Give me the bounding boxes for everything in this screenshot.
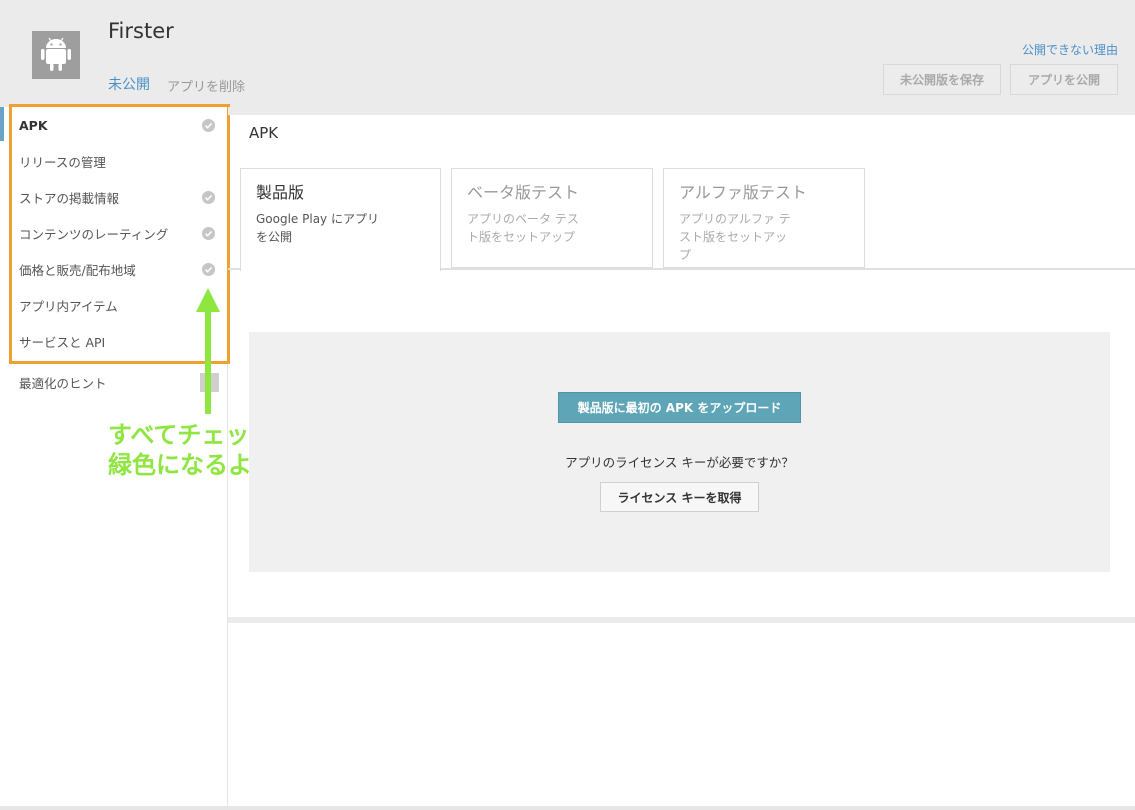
tab-description: Google Play にアプリ を公開 — [256, 212, 379, 244]
section-divider — [228, 617, 1135, 623]
upload-apk-button[interactable]: 製品版に最初の APK をアップロード — [558, 392, 801, 423]
tab-title: アルファ版テスト — [679, 183, 807, 202]
tab-beta-testing[interactable]: ベータ版テスト アプリのベータ テス ト版をセットアップ — [451, 168, 653, 268]
tab-description: アプリのベータ テス ト版をセットアップ — [467, 212, 579, 244]
license-question-text: アプリのライセンス キーが必要ですか？ — [565, 455, 794, 470]
page-title: APK — [249, 124, 279, 142]
tab-production[interactable]: 製品版 Google Play にアプリ を公開 — [240, 168, 441, 271]
tab-title: ベータ版テスト — [467, 183, 580, 202]
tab-alpha-testing[interactable]: アルファ版テスト アプリのアルファ テ スト版をセットアッ プ — [663, 168, 865, 268]
sidebar-item-label: 最適化のヒント — [19, 375, 107, 391]
status-label: 未公開 — [108, 77, 150, 93]
upload-panel: 製品版に最初の APK をアップロード アプリのライセンス キーが必要ですか？ … — [249, 332, 1110, 572]
get-license-key-button[interactable]: ライセンス キーを取得 — [600, 482, 759, 512]
app-header: Firster 未公開 アプリを削除 公開できない理由 未公開版を保存 アプリを… — [0, 0, 1135, 107]
app-title: Firster — [108, 19, 174, 43]
unpublish-reason-link[interactable]: 公開できない理由 — [1022, 41, 1118, 58]
active-indicator — [0, 107, 4, 141]
delete-app-link[interactable]: アプリを削除 — [167, 76, 245, 95]
android-icon — [32, 31, 80, 79]
annotation-arrow-icon — [196, 288, 220, 414]
tab-description: アプリのアルファ テ スト版をセットアッ プ — [679, 212, 791, 262]
publish-button[interactable]: アプリを公開 — [1010, 64, 1118, 95]
sidebar-item-optimization-tips[interactable]: 最適化のヒント — [19, 370, 219, 394]
main-top-strip — [228, 107, 1135, 115]
bottom-divider — [0, 806, 1135, 810]
save-draft-button[interactable]: 未公開版を保存 — [883, 64, 1001, 95]
tab-title: 製品版 — [256, 183, 305, 202]
